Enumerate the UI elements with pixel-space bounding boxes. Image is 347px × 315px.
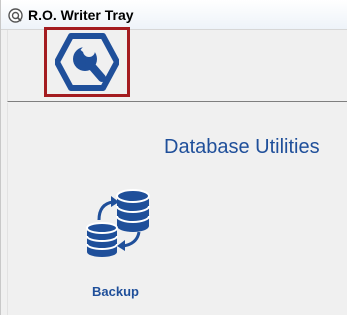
app-icon[interactable] bbox=[8, 8, 23, 23]
window-title: R.O. Writer Tray bbox=[28, 7, 134, 23]
database-backup-icon bbox=[86, 189, 150, 257]
app-window: R.O. Writer Tray Database Utilities Back… bbox=[0, 0, 347, 315]
left-divider bbox=[7, 103, 8, 315]
backup-label[interactable]: Backup bbox=[92, 284, 139, 299]
title-bar[interactable]: R.O. Writer Tray bbox=[1, 0, 347, 30]
section-title: Database Utilities bbox=[164, 136, 320, 158]
hex-wrench-logo-icon bbox=[55, 33, 119, 91]
logo-frame bbox=[44, 27, 130, 97]
backup-button[interactable] bbox=[85, 186, 155, 267]
